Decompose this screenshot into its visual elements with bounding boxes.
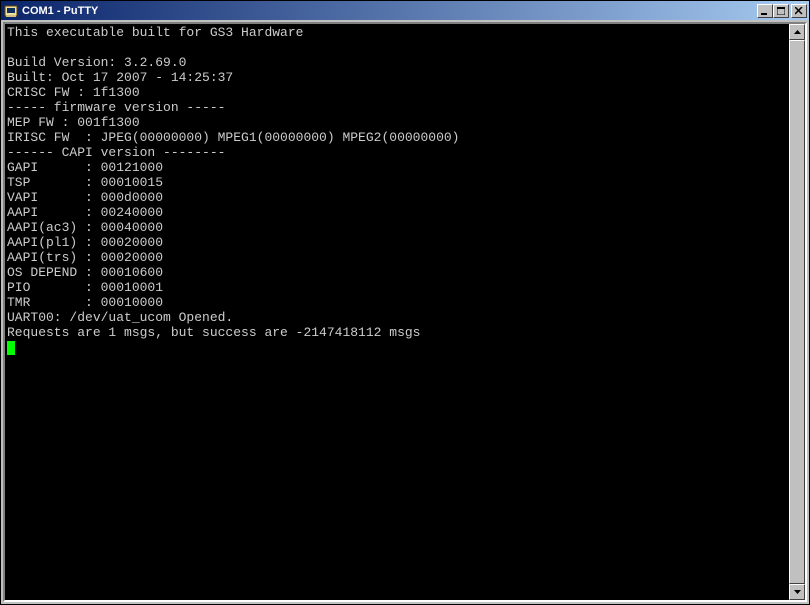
scroll-down-button[interactable] — [789, 584, 805, 600]
scroll-thumb[interactable] — [789, 40, 805, 584]
vertical-scrollbar[interactable] — [789, 24, 805, 600]
putty-icon — [3, 3, 19, 19]
minimize-button[interactable] — [757, 4, 773, 18]
maximize-button[interactable] — [773, 4, 789, 18]
terminal-cursor — [7, 341, 15, 355]
close-button[interactable] — [791, 4, 807, 18]
window-title: COM1 - PuTTY — [22, 5, 757, 17]
content-frame: This executable built for GS3 Hardware B… — [3, 22, 807, 602]
window-controls — [757, 4, 807, 18]
scroll-up-button[interactable] — [789, 24, 805, 40]
terminal-output[interactable]: This executable built for GS3 Hardware B… — [5, 24, 789, 600]
scroll-track[interactable] — [789, 40, 805, 584]
putty-window: COM1 - PuTTY This executable built for G… — [0, 0, 810, 605]
titlebar[interactable]: COM1 - PuTTY — [1, 1, 809, 20]
